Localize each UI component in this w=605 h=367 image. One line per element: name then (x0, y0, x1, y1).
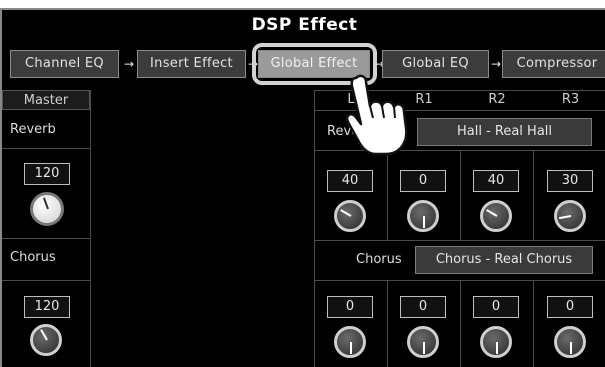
master-reverb-knob-icon[interactable] (30, 192, 64, 226)
reverb-value-r1[interactable]: 0 (400, 170, 446, 192)
chorus-value-r2[interactable]: 0 (473, 296, 519, 318)
pointing-hand-icon (345, 74, 408, 156)
separator (2, 280, 90, 281)
master-chorus-label: Chorus (10, 250, 56, 265)
master-reverb-value[interactable]: 120 (24, 163, 70, 185)
separator (2, 238, 90, 239)
separator (2, 148, 90, 149)
reverb-knob-r1-icon[interactable] (407, 200, 439, 232)
dsp-screen: DSP Effect Channel EQ → Insert Effect → … (0, 8, 605, 367)
chorus-knob-r3-icon[interactable] (554, 326, 586, 358)
separator (387, 150, 388, 240)
tab-channel-eq[interactable]: Channel EQ (10, 50, 119, 78)
chorus-type-button[interactable]: Chorus - Real Chorus (415, 246, 593, 274)
master-chorus-knob-icon[interactable] (30, 324, 62, 356)
left-panel-divider (90, 90, 91, 367)
column-header-r3: R3 (561, 92, 580, 107)
page-title: DSP Effect (251, 15, 358, 35)
master-header: Master (2, 90, 90, 110)
master-reverb-label: Reverb (10, 122, 56, 137)
arrow-right-icon: → (491, 57, 502, 71)
chorus-knob-l-icon[interactable] (334, 326, 366, 358)
chorus-knob-r1-icon[interactable] (407, 326, 439, 358)
reverb-knob-l-icon[interactable] (334, 200, 366, 232)
chorus-value-l[interactable]: 0 (327, 296, 373, 318)
separator (533, 150, 534, 240)
right-panel-divider (314, 90, 315, 367)
tab-insert-effect[interactable]: Insert Effect (137, 50, 246, 78)
separator (533, 280, 534, 367)
column-header-r2: R2 (488, 92, 506, 107)
separator (314, 240, 605, 241)
chorus-value-r1[interactable]: 0 (400, 296, 446, 318)
reverb-value-r3[interactable]: 30 (547, 170, 593, 192)
chorus-label: Chorus (356, 252, 402, 267)
arrow-right-icon: → (124, 57, 135, 71)
master-chorus-value[interactable]: 120 (24, 296, 70, 318)
tab-compressor[interactable]: Compressor (502, 50, 605, 78)
reverb-knob-r2-icon[interactable] (480, 200, 512, 232)
reverb-value-l[interactable]: 40 (327, 170, 373, 192)
chorus-value-r3[interactable]: 0 (547, 296, 593, 318)
reverb-type-button[interactable]: Hall - Real Hall (417, 118, 592, 146)
separator (460, 280, 461, 367)
reverb-value-r2[interactable]: 40 (473, 170, 519, 192)
separator (460, 150, 461, 240)
separator (387, 280, 388, 367)
reverb-knob-r3-icon[interactable] (554, 200, 586, 232)
chorus-knob-r2-icon[interactable] (480, 326, 512, 358)
